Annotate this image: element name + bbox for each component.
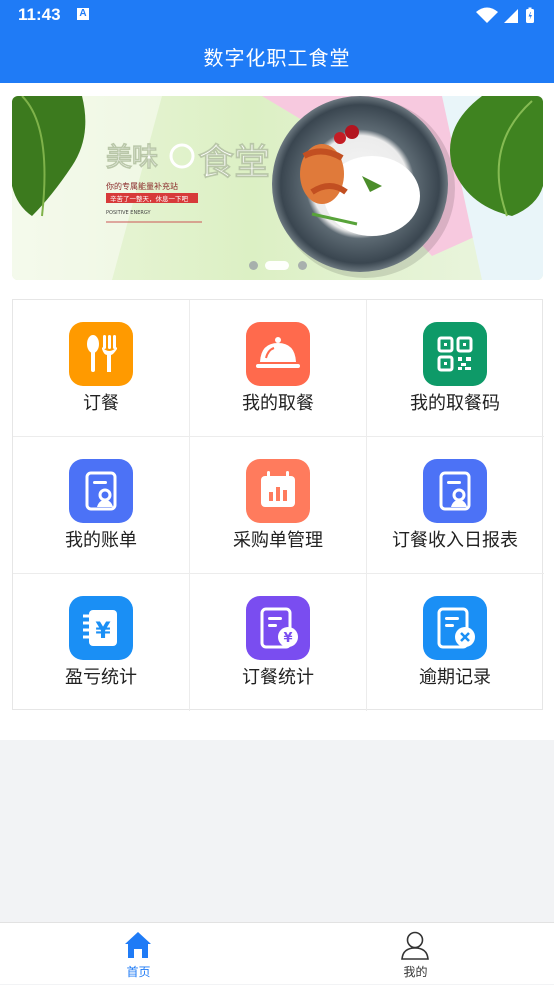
bottom-tab-bar: 首页 我的 — [0, 922, 554, 984]
menu-item-qr-code[interactable]: 我的取餐码 — [367, 300, 544, 437]
banner-carousel[interactable]: 美味 食堂 你的专属能量补充站 辛苦了一整天，休息一下吧 POSITIVE EN… — [12, 96, 543, 280]
menu-item-label: 逾期记录 — [419, 667, 491, 688]
tab-mine[interactable]: 我的 — [277, 923, 554, 985]
status-bar: 11:43 A — [0, 0, 554, 30]
menu-item-label: 订餐 — [83, 393, 119, 414]
menu-item-label: 盈亏统计 — [65, 667, 137, 688]
order-stats-icon: ¥ — [246, 596, 310, 660]
user-icon — [401, 931, 429, 960]
menu-item-label: 我的取餐码 — [410, 393, 500, 414]
home-icon — [125, 932, 151, 958]
banner-image: 美味 食堂 你的专属能量补充站 辛苦了一整天，休息一下吧 POSITIVE EN… — [12, 96, 543, 280]
menu-item-label: 我的账单 — [65, 530, 137, 551]
overdue-record-icon — [423, 596, 487, 660]
carousel-dots[interactable] — [12, 260, 543, 272]
tab-mine-label: 我的 — [403, 965, 428, 979]
banner-tagline: 你的专属能量补充站 — [106, 181, 178, 191]
carousel-dot[interactable] — [248, 261, 258, 270]
svg-text:¥: ¥ — [95, 619, 111, 644]
banner-headline-2: 食堂 — [198, 142, 270, 183]
wifi-icon — [476, 7, 498, 23]
banner-energy: POSITIVE ENERGY — [106, 210, 151, 216]
menu-item-label: 订餐统计 — [242, 667, 314, 688]
fork-spoon-icon — [69, 322, 133, 386]
main-content: 美味 食堂 你的专属能量补充站 辛苦了一整天，休息一下吧 POSITIVE EN… — [0, 83, 554, 740]
notification-icon: A — [77, 8, 89, 20]
menu-item-fork-spoon[interactable]: 订餐 — [13, 300, 190, 437]
page-title: 数字化职工食堂 — [203, 46, 351, 70]
bill-icon — [69, 459, 133, 523]
menu-item-overdue-record[interactable]: 逾期记录 — [367, 574, 544, 711]
menu-item-label: 订餐收入日报表 — [392, 530, 518, 551]
banner-slogan: 辛苦了一整天，休息一下吧 — [110, 194, 189, 203]
svg-text:¥: ¥ — [283, 631, 292, 646]
status-time: 11:43 — [18, 5, 61, 24]
tab-home-label: 首页 — [126, 965, 151, 979]
status-icons — [476, 7, 534, 23]
tab-home[interactable]: 首页 — [0, 923, 277, 985]
yuan-ledger-icon: ¥ — [69, 596, 133, 660]
menu-item-bill[interactable]: 我的账单 — [13, 437, 190, 574]
menu-item-yuan-ledger[interactable]: ¥ 盈亏统计 — [13, 574, 190, 711]
signal-icon — [504, 9, 518, 23]
carousel-dot[interactable] — [297, 261, 307, 270]
function-grid: 订餐 我的取餐 我的取餐码我的账单 采购单管理 订餐收入日报表 ¥ 盈亏统计 ¥ 订餐统计 逾期记… — [12, 299, 544, 711]
menu-item-label: 采购单管理 — [233, 530, 323, 551]
menu-item-daily-report[interactable]: 订餐收入日报表 — [367, 437, 544, 574]
menu-item-order-stats[interactable]: ¥ 订餐统计 — [190, 574, 367, 711]
qr-code-icon — [423, 322, 487, 386]
banner-headline: 美味 — [106, 142, 158, 173]
carousel-dot[interactable] — [265, 261, 289, 270]
app-header: 11:43 A 数字化职工食堂 — [0, 0, 554, 83]
daily-report-icon — [423, 459, 487, 523]
menu-item-label: 我的取餐 — [242, 393, 314, 414]
menu-item-purchase-order[interactable]: 采购单管理 — [190, 437, 367, 574]
purchase-order-icon — [246, 459, 310, 523]
cloche-icon — [246, 322, 310, 386]
menu-item-cloche[interactable]: 我的取餐 — [190, 300, 367, 437]
